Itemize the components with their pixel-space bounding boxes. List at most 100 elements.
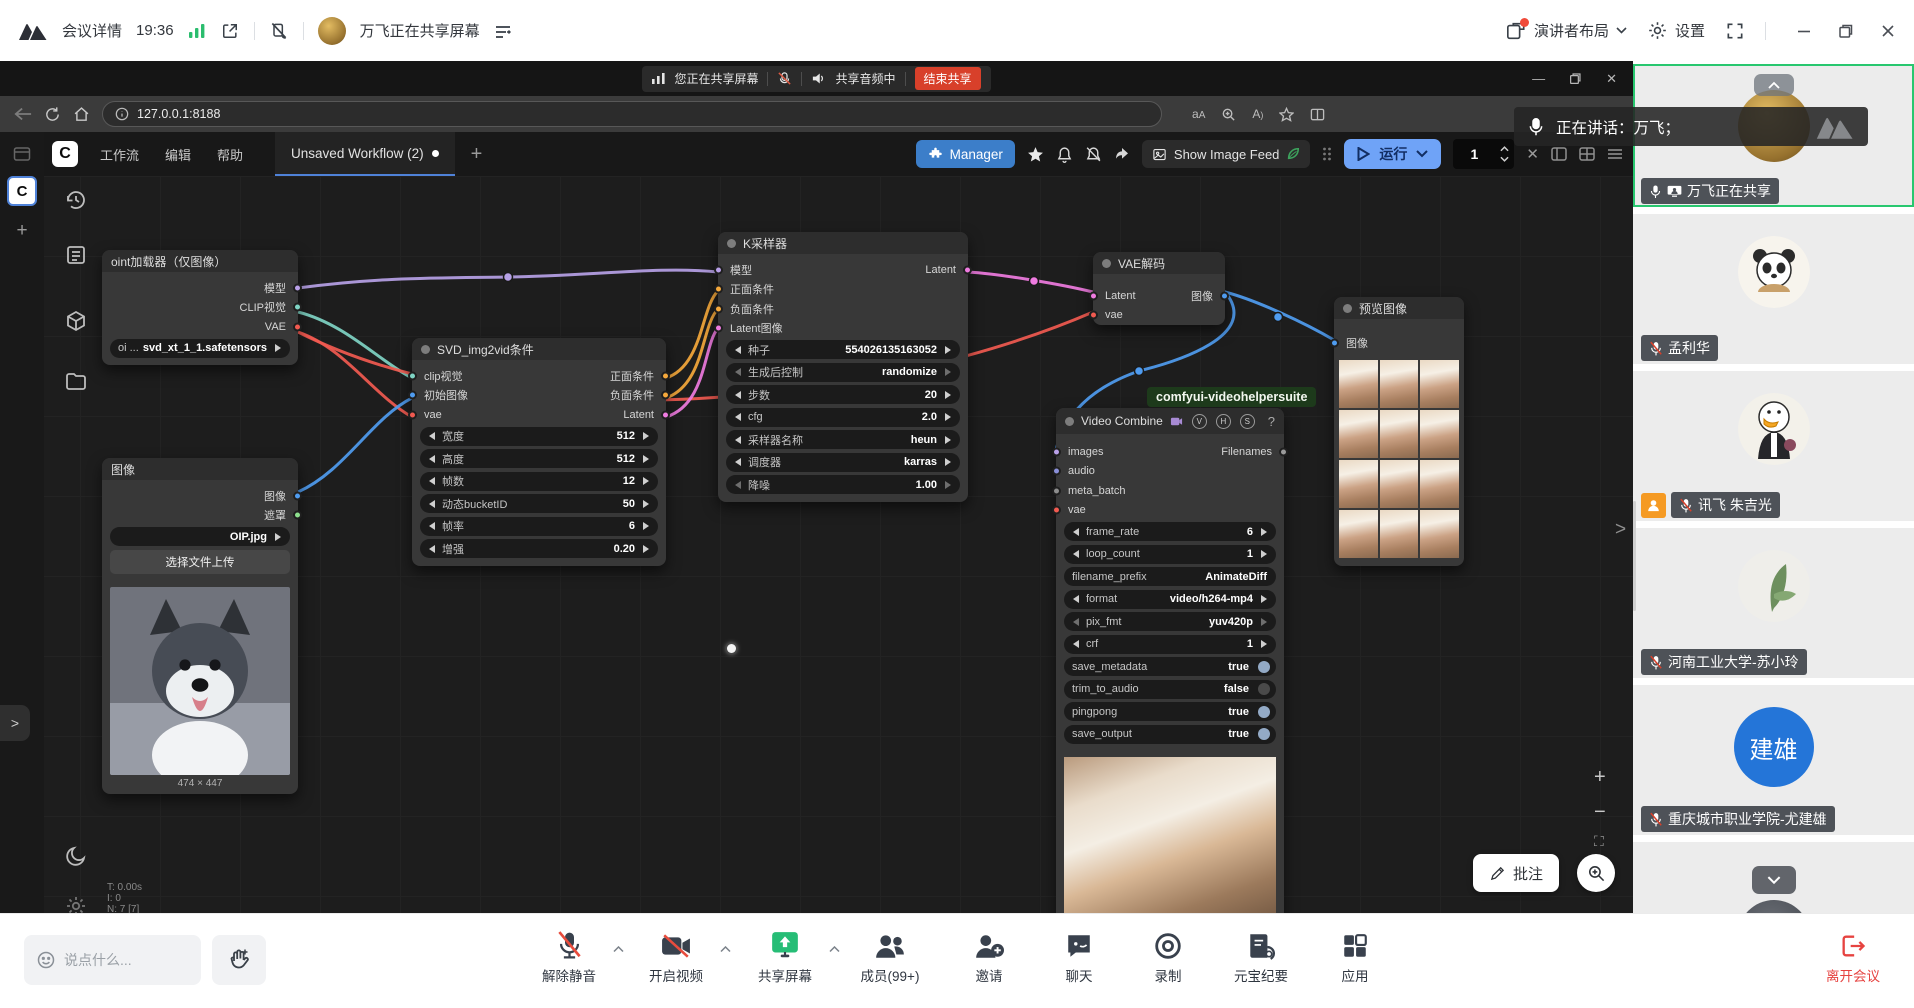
toolbar-button-开启视频[interactable]: 开启视频: [621, 926, 731, 985]
input-port-vae[interactable]: [408, 410, 417, 419]
menu-lines-icon[interactable]: [1607, 148, 1623, 160]
increment-arrow[interactable]: [1261, 550, 1271, 558]
settings-button[interactable]: 设置: [1647, 20, 1705, 41]
share-workflow-icon[interactable]: [1114, 146, 1130, 162]
node-help-icon[interactable]: ?: [1268, 414, 1275, 429]
node-video-combine[interactable]: Video CombineVHS?imagesFilenamesaudiomet…: [1056, 408, 1284, 913]
toolbar-button-共享屏幕[interactable]: 共享屏幕: [730, 926, 840, 985]
widget-pingpong[interactable]: pingpongtrue: [1064, 702, 1276, 721]
decrement-arrow[interactable]: [1069, 528, 1079, 536]
decrement-arrow[interactable]: [731, 346, 741, 354]
new-workflow-tab-button[interactable]: +: [471, 143, 483, 166]
widget-format[interactable]: formatvideo/h264-mp4: [1064, 590, 1276, 609]
node-title-svd-img2vid-conditioning[interactable]: SVD_img2vid条件: [412, 338, 666, 360]
increment-arrow[interactable]: [945, 346, 955, 354]
comfyui-canvas[interactable]: oint加载器（仅图像）模型CLIP视觉VAEoi ...svd_xt_1_1.…: [0, 176, 1633, 913]
tab-list-icon[interactable]: [13, 146, 31, 162]
end-share-button[interactable]: 结束共享: [915, 67, 981, 90]
workflow-tab[interactable]: Unsaved Workflow (2): [275, 132, 455, 176]
widget-loop_count[interactable]: loop_count1: [1064, 545, 1276, 564]
output-port-CLIP视觉[interactable]: [293, 303, 302, 312]
video-preview[interactable]: [1064, 757, 1276, 913]
participant-tile-4[interactable]: 河南工业大学-苏小玲: [1633, 528, 1914, 678]
input-port-正面条件[interactable]: [714, 285, 723, 294]
widget-采样器名称[interactable]: 采样器名称heun: [726, 430, 960, 449]
queue-count-stepper[interactable]: 1: [1453, 139, 1514, 169]
collapse-dot[interactable]: [1065, 417, 1074, 426]
decrement-arrow[interactable]: [1069, 640, 1079, 648]
panel-expand-chevron[interactable]: >: [1615, 519, 1626, 541]
input-port-meta_batch[interactable]: [1052, 486, 1061, 495]
increment-arrow[interactable]: [945, 413, 955, 421]
input-port-Latent图像[interactable]: [714, 324, 723, 333]
site-info-icon[interactable]: [115, 107, 129, 121]
settings-gear-icon[interactable]: [64, 894, 88, 913]
decrement-arrow[interactable]: [1069, 595, 1079, 603]
participant-tile-next[interactable]: [1633, 842, 1914, 913]
sidebar-scrollbar[interactable]: [1633, 501, 1636, 611]
input-port-clip视觉[interactable]: [408, 371, 417, 380]
stepper-arrows[interactable]: [1495, 139, 1514, 169]
widget-save_metadata[interactable]: save_metadatatrue: [1064, 657, 1276, 676]
output-port-VAE[interactable]: [293, 322, 302, 331]
sidebar-zoom-in-button[interactable]: +: [1594, 766, 1606, 789]
split-screen-icon[interactable]: [1310, 107, 1325, 122]
decrement-arrow[interactable]: [731, 368, 741, 376]
browser-minimize-button[interactable]: —: [1532, 71, 1545, 86]
collapse-dot[interactable]: [727, 239, 736, 248]
input-port-负面条件[interactable]: [714, 304, 723, 313]
increment-arrow[interactable]: [945, 436, 955, 444]
annotate-button[interactable]: 批注: [1473, 854, 1559, 892]
widget-frame_rate[interactable]: frame_rate6: [1064, 522, 1276, 541]
widget-动态bucketID[interactable]: 动态bucketID50: [420, 494, 658, 513]
collapse-dot[interactable]: [1343, 304, 1352, 313]
star-icon[interactable]: [1027, 146, 1044, 163]
left-panel-expander[interactable]: >: [0, 705, 30, 741]
increment-arrow[interactable]: [1261, 595, 1271, 603]
reload-icon[interactable]: [44, 106, 61, 123]
toggle-trim_to_audio[interactable]: [1258, 683, 1270, 695]
widget-帧率[interactable]: 帧率6: [420, 517, 658, 536]
decrement-arrow[interactable]: [425, 432, 435, 440]
collapse-dot[interactable]: [421, 345, 430, 354]
increment-arrow[interactable]: [1261, 640, 1271, 648]
node-library-icon[interactable]: [64, 309, 88, 333]
widget-高度[interactable]: 高度512: [420, 449, 658, 468]
fit-view-icon[interactable]: ⛶: [1594, 833, 1604, 850]
magnifier-zoom-button[interactable]: [1577, 854, 1615, 892]
address-bar[interactable]: 127.0.0.1:8188: [102, 101, 1162, 127]
panel-grid-icon[interactable]: [1579, 147, 1595, 161]
node-title-load-image[interactable]: 图像: [102, 458, 298, 480]
decrement-arrow[interactable]: [425, 545, 435, 553]
decrement-arrow[interactable]: [425, 500, 435, 508]
increment-arrow[interactable]: [643, 545, 653, 553]
chat-input[interactable]: 说点什么...: [24, 935, 201, 985]
scroll-down-button[interactable]: [1752, 866, 1796, 894]
increment-arrow[interactable]: [275, 344, 285, 352]
decrement-arrow[interactable]: [1069, 618, 1079, 626]
raise-hand-button[interactable]: [212, 935, 266, 985]
translate-icon[interactable]: aA: [1192, 107, 1205, 121]
menu-help[interactable]: 帮助: [217, 145, 243, 164]
output-port-Latent[interactable]: [661, 410, 670, 419]
widget-帧数[interactable]: 帧数12: [420, 472, 658, 491]
leave-meeting-button[interactable]: 离开会议: [1803, 926, 1903, 985]
widget-oi ...[interactable]: oi ...svd_xt_1_1.safetensors: [110, 339, 290, 358]
node-title-checkpoint-loader[interactable]: oint加载器（仅图像）: [102, 250, 298, 272]
widget-pix_fmt[interactable]: pix_fmtyuv420p: [1064, 612, 1276, 631]
input-port-vae[interactable]: [1089, 311, 1098, 320]
back-icon[interactable]: [14, 107, 32, 121]
participant-tile-3[interactable]: 讯飞 朱吉光: [1633, 371, 1914, 521]
toggle-pingpong[interactable]: [1258, 706, 1270, 718]
node-title-vae-decode[interactable]: VAE解码: [1093, 252, 1225, 274]
decrement-arrow[interactable]: [425, 455, 435, 463]
output-port-遮罩[interactable]: [293, 511, 302, 520]
input-port-vae[interactable]: [1052, 506, 1061, 515]
widget-crf[interactable]: crf1: [1064, 635, 1276, 654]
increment-arrow[interactable]: [643, 432, 653, 440]
increment-arrow[interactable]: [643, 455, 653, 463]
panel-left-icon[interactable]: [1551, 147, 1567, 161]
open-window-icon[interactable]: [220, 21, 240, 41]
bell-slash-icon[interactable]: [1085, 146, 1102, 163]
collapse-tiles-button[interactable]: [1754, 74, 1794, 96]
